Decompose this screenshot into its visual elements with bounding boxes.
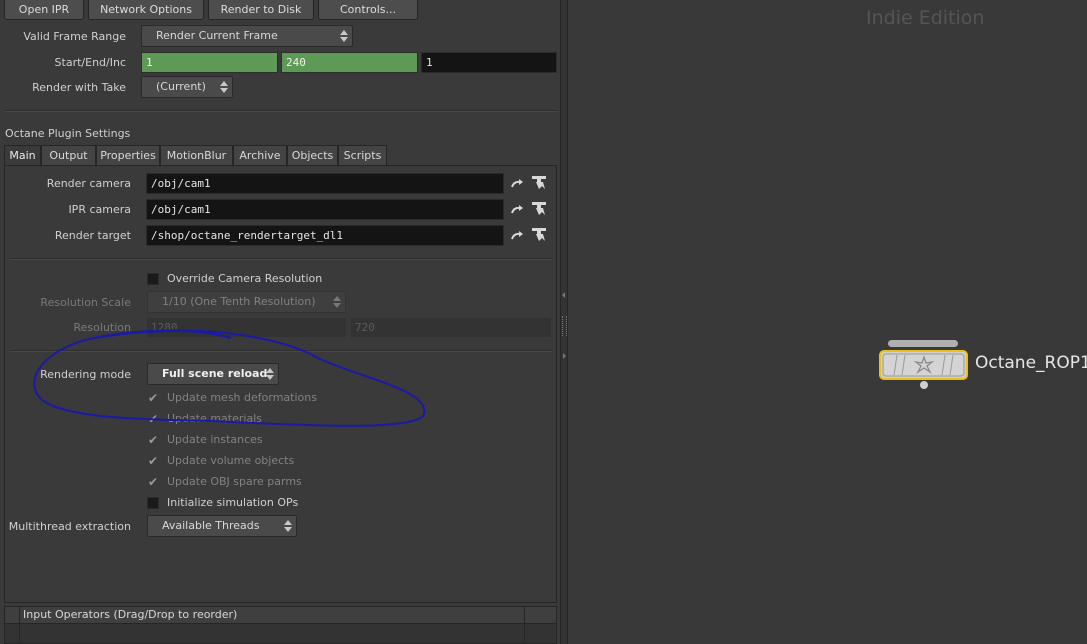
rop-node[interactable]: Octane_ROP1 (879, 340, 1087, 390)
node-flag-bar[interactable] (888, 340, 958, 347)
annotation-stroke (33, 329, 426, 427)
node-name-label[interactable]: Octane_ROP1 (975, 353, 1087, 373)
collapse-right-icon[interactable] (563, 353, 566, 359)
splitter-grip (562, 316, 567, 336)
node-body[interactable] (879, 350, 968, 380)
pane-splitter[interactable] (560, 0, 568, 644)
node-output-connector[interactable] (920, 381, 928, 389)
parameter-pane: Open IPR Network Options Render to Disk … (0, 0, 560, 644)
collapse-left-icon[interactable] (562, 292, 565, 298)
network-editor[interactable]: Indie Edition Octane_ROP1 (568, 0, 1087, 644)
annotation-circle (33, 329, 426, 427)
edition-watermark: Indie Edition (866, 7, 985, 29)
octane-rop-icon (882, 353, 965, 377)
